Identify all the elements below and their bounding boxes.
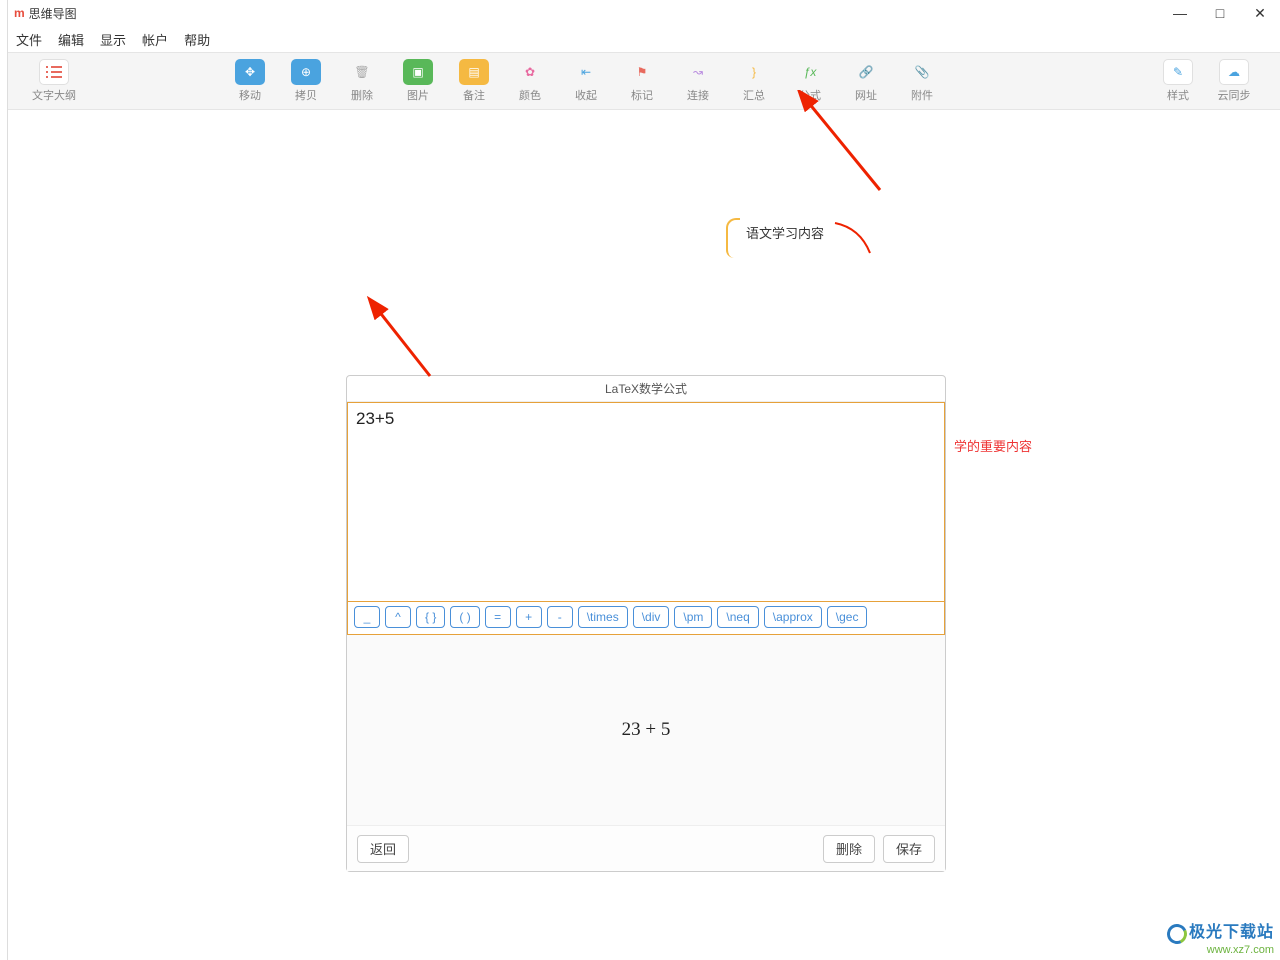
latex-btn-pm[interactable]: \pm xyxy=(674,606,712,628)
menu-display[interactable]: 显示 xyxy=(92,30,134,49)
window-title: 思维导图 xyxy=(29,5,77,22)
latex-btn-plus[interactable]: + xyxy=(516,606,542,628)
latex-btn-parens[interactable]: ( ) xyxy=(450,606,479,628)
minimize-button[interactable]: — xyxy=(1160,0,1200,26)
maximize-button[interactable]: □ xyxy=(1200,0,1240,26)
node-important-desc: 学的重要内容 xyxy=(954,436,1032,455)
list-icon xyxy=(39,59,69,85)
latex-preview: 23 + 5 xyxy=(347,635,945,825)
latex-symbol-row: _ ^ { } ( ) = + - \times \div \pm \neq \… xyxy=(347,602,945,635)
toolbar: 文字大纲 ✥移动 ⊕拷贝 🗑删除 ▣图片 ▤备注 ✿颜色 ⇤收起 ⚑标记 ↝连接… xyxy=(8,52,1280,110)
latex-btn-equals[interactable]: = xyxy=(485,606,511,628)
copy-icon: ⊕ xyxy=(291,59,321,85)
menu-help[interactable]: 帮助 xyxy=(176,30,218,49)
url-button[interactable]: 🔗网址 xyxy=(838,56,894,106)
latex-btn-times[interactable]: \times xyxy=(578,606,628,628)
save-button[interactable]: 保存 xyxy=(883,835,935,863)
fx-icon: ƒx xyxy=(795,59,825,85)
latex-btn-subscript[interactable]: _ xyxy=(354,606,380,628)
menu-account[interactable]: 帐户 xyxy=(134,30,176,49)
brace-icon: } xyxy=(739,59,769,85)
menubar: 文件 编辑 显示 帐户 帮助 xyxy=(8,26,1280,52)
summary-button[interactable]: }汇总 xyxy=(726,56,782,106)
image-button[interactable]: ▣图片 xyxy=(390,56,446,106)
note-icon: ▤ xyxy=(459,59,489,85)
watermark: 极光下载站 www.xz7.com xyxy=(1167,918,1274,956)
image-icon: ▣ xyxy=(403,59,433,85)
connect-button[interactable]: ↝连接 xyxy=(670,56,726,106)
watermark-logo-icon xyxy=(1164,921,1190,947)
delete-button[interactable]: 🗑删除 xyxy=(334,56,390,106)
latex-btn-neq[interactable]: \neq xyxy=(717,606,758,628)
cloud-icon: ☁ xyxy=(1219,59,1249,85)
connect-icon: ↝ xyxy=(683,59,713,85)
app-logo: m xyxy=(14,6,25,20)
color-button[interactable]: ✿颜色 xyxy=(502,56,558,106)
flag-button[interactable]: ⚑标记 xyxy=(614,56,670,106)
mindmap-canvas[interactable]: 语文学习内容 学的重要内容 😑 政治 政治学习内容 🐶 历史 历史学习内容 La… xyxy=(8,110,1280,960)
watermark-title: 极光下载站 xyxy=(1189,924,1274,941)
back-button[interactable]: 返回 xyxy=(357,835,409,863)
latex-formula-dialog: LaTeX数学公式 23+5 _ ^ { } ( ) = + - \times … xyxy=(346,375,946,872)
close-button[interactable]: ✕ xyxy=(1240,0,1280,26)
clip-icon: 📎 xyxy=(907,59,937,85)
link-icon: 🔗 xyxy=(851,59,881,85)
left-sidebar-strip xyxy=(0,0,8,960)
latex-btn-gec[interactable]: \gec xyxy=(827,606,868,628)
dialog-title: LaTeX数学公式 xyxy=(347,376,945,402)
note-button[interactable]: ▤备注 xyxy=(446,56,502,106)
style-button[interactable]: ✎样式 xyxy=(1150,56,1206,106)
menu-file[interactable]: 文件 xyxy=(8,30,50,49)
move-button[interactable]: ✥移动 xyxy=(222,56,278,106)
collapse-button[interactable]: ⇤收起 xyxy=(558,56,614,106)
trash-icon: 🗑 xyxy=(347,59,377,85)
brush-icon: ✎ xyxy=(1163,59,1193,85)
connector-line xyxy=(726,218,740,258)
latex-btn-div[interactable]: \div xyxy=(633,606,670,628)
palette-icon: ✿ xyxy=(515,59,545,85)
attachment-button[interactable]: 📎附件 xyxy=(894,56,950,106)
latex-btn-superscript[interactable]: ^ xyxy=(385,606,411,628)
dialog-footer: 返回 删除 保存 xyxy=(347,825,945,871)
latex-btn-braces[interactable]: { } xyxy=(416,606,445,628)
latex-input[interactable]: 23+5 xyxy=(347,402,945,602)
watermark-url: www.xz7.com xyxy=(1167,944,1274,956)
latex-btn-approx[interactable]: \approx xyxy=(764,606,822,628)
node-chinese-desc: 语文学习内容 xyxy=(746,223,824,242)
cloud-sync-button[interactable]: ☁云同步 xyxy=(1206,56,1262,106)
copy-button[interactable]: ⊕拷贝 xyxy=(278,56,334,106)
latex-btn-minus[interactable]: - xyxy=(547,606,573,628)
formula-button[interactable]: ƒx公式 xyxy=(782,56,838,106)
flag-icon: ⚑ xyxy=(627,59,657,85)
menu-edit[interactable]: 编辑 xyxy=(50,30,92,49)
latex-input-value: 23+5 xyxy=(356,409,394,428)
dialog-delete-button[interactable]: 删除 xyxy=(823,835,875,863)
collapse-icon: ⇤ xyxy=(571,59,601,85)
outline-button[interactable]: 文字大纲 xyxy=(26,56,82,106)
move-icon: ✥ xyxy=(235,59,265,85)
titlebar: m 思维导图 — □ ✕ xyxy=(8,0,1280,26)
